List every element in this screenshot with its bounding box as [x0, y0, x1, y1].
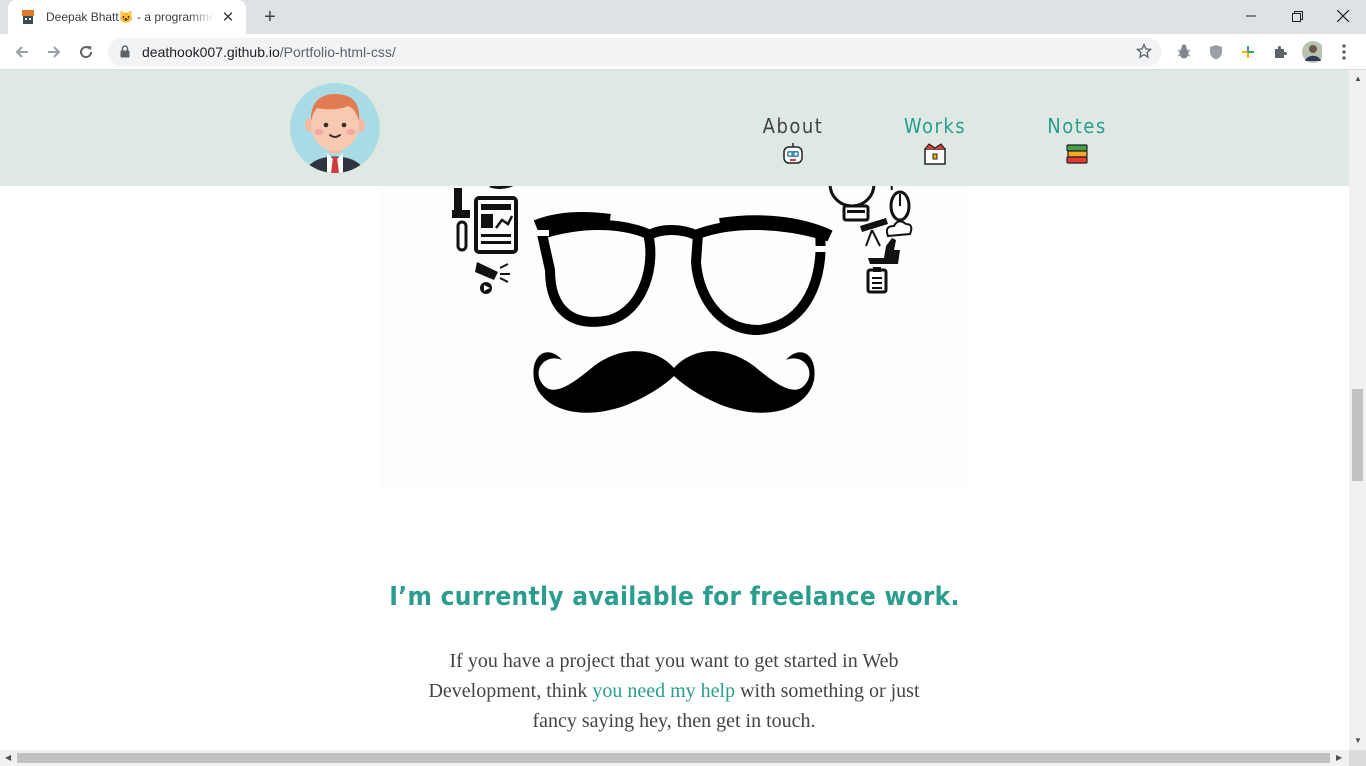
shield-extension-icon[interactable]	[1206, 42, 1226, 62]
contact-link[interactable]: you need my help	[592, 680, 735, 702]
vertical-scrollbar[interactable]: ▲ ▼	[1349, 70, 1366, 750]
scroll-left-icon[interactable]: ◀	[5, 753, 11, 762]
right-doodle-icons	[828, 175, 913, 294]
hero-illustration	[380, 170, 968, 490]
mustache	[533, 351, 815, 413]
books-icon	[1066, 144, 1088, 164]
horizontal-scrollbar[interactable]: ◀ ▶	[0, 750, 1349, 766]
nav-notes[interactable]: Notes	[1027, 114, 1127, 166]
tab-title: Deepak Bhatt😺 - a programmer	[46, 10, 214, 24]
nav-about-label: About	[762, 114, 824, 138]
reload-icon[interactable]	[72, 38, 100, 66]
freelance-paragraph: If you have a project that you want to g…	[404, 646, 944, 736]
url-text: deathook007.github.io/Portfolio-html-css…	[142, 44, 396, 60]
browser-menu-icon[interactable]	[1334, 42, 1354, 62]
avatar[interactable]	[290, 83, 380, 173]
scroll-right-icon[interactable]: ▶	[1336, 753, 1342, 762]
nav-about[interactable]: About	[743, 114, 843, 166]
back-icon[interactable]	[8, 38, 36, 66]
freelance-heading: I’m currently available for freelance wo…	[389, 582, 960, 612]
site-favicon-icon	[20, 9, 36, 25]
address-bar[interactable]: deathook007.github.io/Portfolio-html-css…	[108, 38, 1162, 66]
profile-avatar-icon[interactable]	[1302, 41, 1322, 63]
extensions-puzzle-icon[interactable]	[1270, 42, 1290, 62]
scroll-up-icon[interactable]: ▲	[1354, 74, 1362, 83]
minimize-icon[interactable]	[1228, 0, 1274, 32]
robot-icon	[783, 143, 803, 164]
forward-icon[interactable]	[40, 38, 68, 66]
nav-works[interactable]: Works	[885, 114, 985, 166]
browser-tab-strip: Deepak Bhatt😺 - a programmer ✕ +	[0, 0, 1366, 34]
site-header: About Works Notes	[0, 70, 1349, 186]
scroll-down-icon[interactable]: ▼	[1354, 736, 1362, 745]
nav-notes-label: Notes	[1047, 114, 1107, 138]
browser-toolbar: deathook007.github.io/Portfolio-html-css…	[0, 34, 1366, 70]
sparkle-extension-icon[interactable]	[1238, 42, 1258, 62]
glasses	[533, 212, 833, 335]
nav-works-label: Works	[903, 114, 967, 138]
glasses-mustache-illustration	[452, 175, 913, 413]
scrollbar-corner	[1349, 750, 1366, 766]
restore-icon[interactable]	[1274, 0, 1320, 32]
tab-close-icon[interactable]: ✕	[220, 9, 236, 26]
browser-tab[interactable]: Deepak Bhatt😺 - a programmer ✕	[8, 0, 246, 34]
bug-extension-icon[interactable]	[1174, 42, 1194, 62]
horizontal-scroll-thumb[interactable]	[17, 753, 1330, 763]
close-window-icon[interactable]	[1320, 0, 1366, 32]
left-doodle-icons	[452, 182, 518, 294]
new-tab-button[interactable]: +	[258, 6, 282, 28]
page-viewport: About Works Notes I’m currently availabl…	[0, 70, 1349, 750]
bookmark-star-icon[interactable]	[1135, 43, 1153, 64]
vertical-scroll-thumb[interactable]	[1352, 389, 1363, 481]
briefcase-icon	[924, 143, 946, 165]
lock-icon	[120, 45, 130, 63]
